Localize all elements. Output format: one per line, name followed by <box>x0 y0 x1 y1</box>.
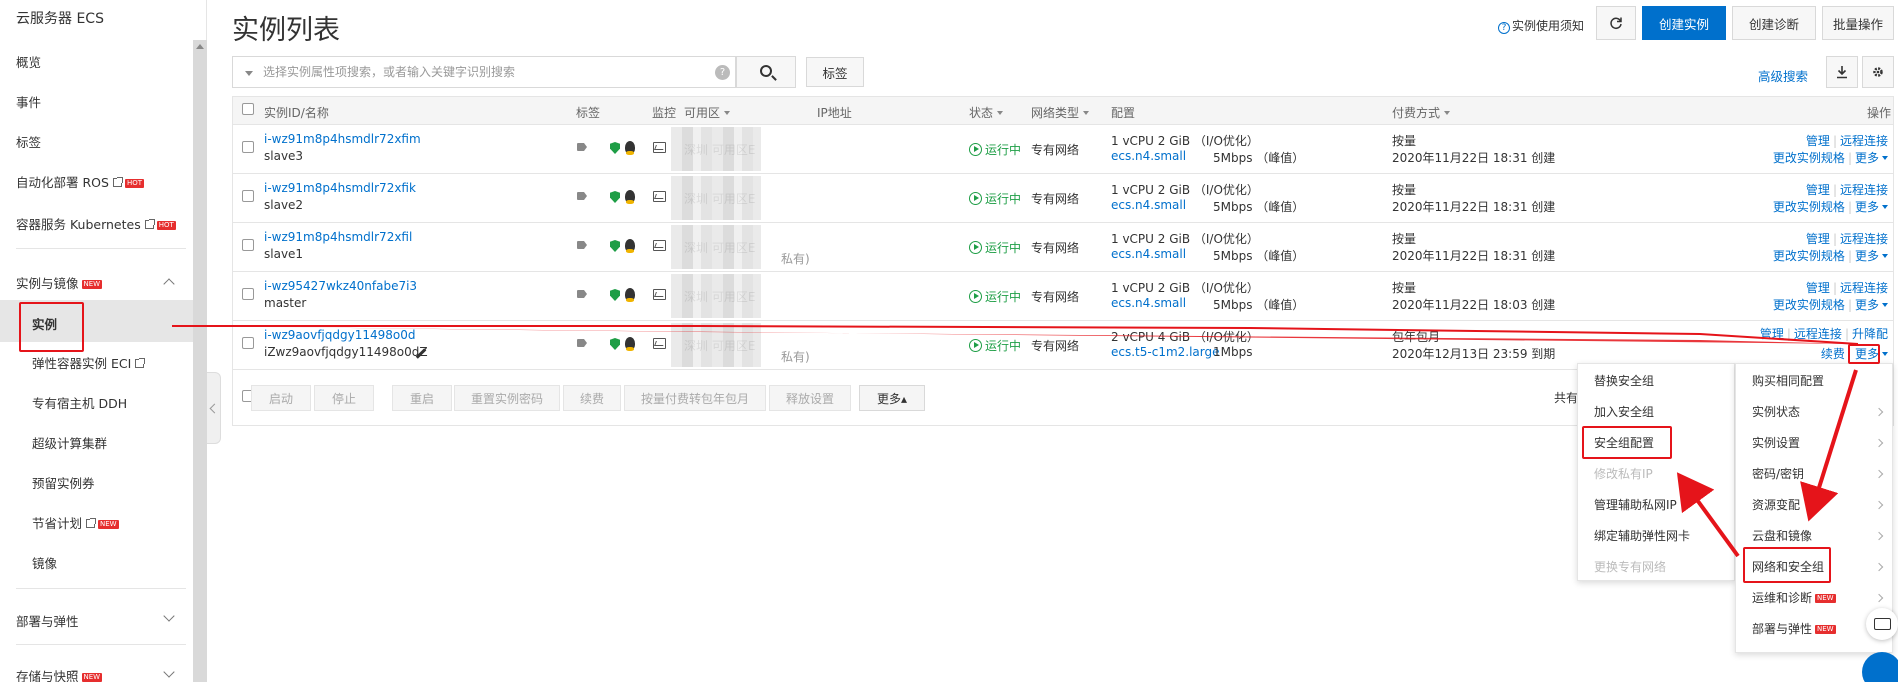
assistant-icon[interactable] <box>1862 652 1898 682</box>
annotation-arrows <box>172 325 1859 558</box>
chat-icon[interactable] <box>1866 608 1898 640</box>
